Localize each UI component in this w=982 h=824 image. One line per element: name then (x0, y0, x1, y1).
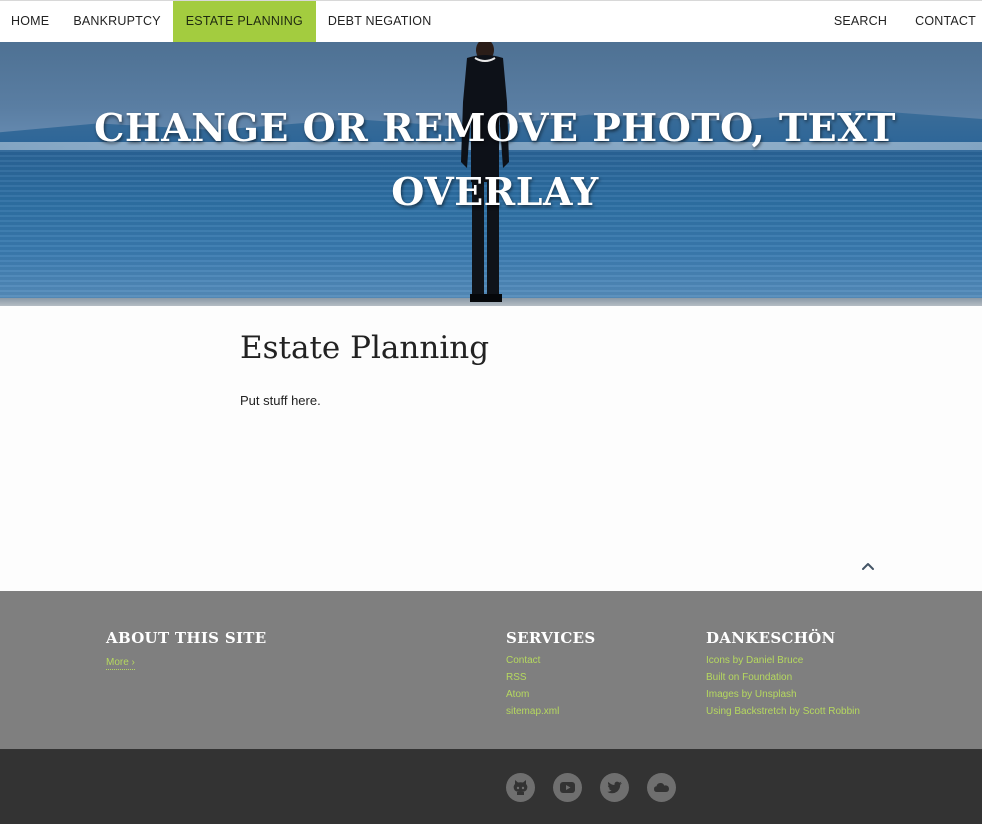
bottom-bar (0, 749, 982, 824)
footer-link-unsplash[interactable]: Images by Unsplash (706, 686, 860, 703)
footer-services-title: SERVICES (506, 629, 596, 647)
footer-link-foundation[interactable]: Built on Foundation (706, 669, 860, 686)
top-navigation: HOME BANKRUPTCY ESTATE PLANNING DEBT NEG… (0, 0, 982, 42)
twitter-icon (607, 781, 622, 794)
hero-title: CHANGE OR REMOVE PHOTO, TEXT OVERLAY (94, 105, 896, 214)
nav-contact[interactable]: CONTACT (901, 1, 982, 42)
footer-link-icons[interactable]: Icons by Daniel Bruce (706, 652, 860, 669)
footer-link-backstretch[interactable]: Using Backstretch by Scott Robbin (706, 703, 860, 720)
hero-banner: CHANGE OR REMOVE PHOTO, TEXT OVERLAY (0, 42, 982, 306)
nav-home[interactable]: HOME (0, 1, 61, 42)
utility-menu: SEARCH CONTACT (820, 1, 982, 42)
footer-link-rss[interactable]: RSS (506, 669, 595, 686)
github-link[interactable] (506, 773, 535, 802)
nav-bankruptcy[interactable]: BANKRUPTCY (61, 1, 172, 42)
github-icon (513, 780, 528, 795)
footer-thanks: DANKESCHÖN Icons by Daniel Bruce Built o… (706, 629, 860, 720)
cloud-link[interactable] (647, 773, 676, 802)
youtube-link[interactable] (553, 773, 582, 802)
nav-search[interactable]: SEARCH (820, 1, 901, 42)
footer-link-atom[interactable]: Atom (506, 686, 595, 703)
chevron-up-icon (862, 563, 874, 570)
footer-link-sitemap[interactable]: sitemap.xml (506, 703, 595, 720)
twitter-link[interactable] (600, 773, 629, 802)
cloud-icon (654, 783, 669, 792)
footer: ABOUT THIS SITE More › SERVICES Contact … (0, 591, 982, 749)
footer-link-contact[interactable]: Contact (506, 652, 595, 669)
footer-about-title: ABOUT THIS SITE (106, 629, 267, 647)
main-menu: HOME BANKRUPTCY ESTATE PLANNING DEBT NEG… (0, 1, 443, 42)
page-title: Estate Planning (240, 330, 490, 366)
social-links (506, 773, 694, 802)
nav-debt-negation[interactable]: DEBT NEGATION (316, 1, 444, 42)
nav-estate-planning[interactable]: ESTATE PLANNING (172, 1, 316, 42)
about-more-link[interactable]: More › (106, 657, 135, 670)
footer-services: SERVICES Contact RSS Atom sitemap.xml (506, 629, 595, 720)
footer-thanks-title: DANKESCHÖN (706, 629, 836, 647)
back-to-top-button[interactable] (858, 558, 878, 574)
footer-about: ABOUT THIS SITE More › (106, 629, 266, 670)
youtube-icon (560, 782, 575, 793)
page-body-text: Put stuff here. (240, 393, 321, 408)
